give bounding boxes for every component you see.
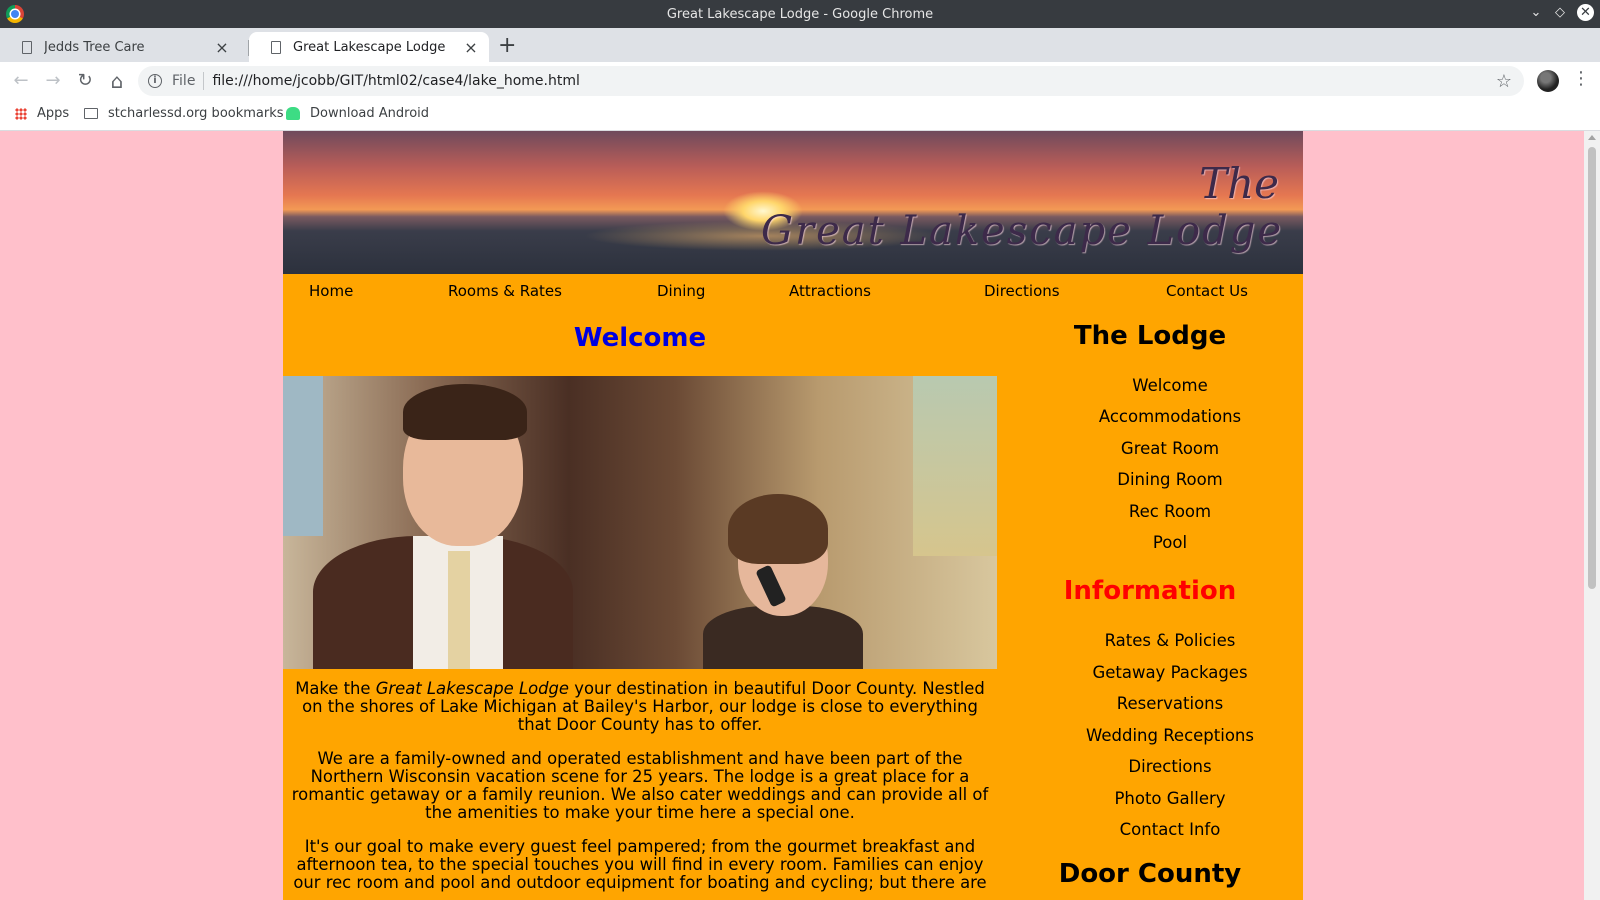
sidebar-item-welcome[interactable]: Welcome — [997, 376, 1303, 395]
photo-window — [283, 376, 323, 536]
document-icon — [271, 40, 281, 54]
bookmark-download-android[interactable]: Download Android — [286, 106, 429, 121]
home-icon[interactable]: ⌂ — [105, 69, 129, 93]
bookmark-apps[interactable]: Apps — [15, 106, 69, 121]
document-icon — [22, 40, 32, 54]
tab-title: Great Lakescape Lodge — [293, 39, 446, 55]
omnibox-divider — [203, 72, 205, 90]
close-window-icon[interactable]: ✕ — [1577, 4, 1594, 21]
photo-artwork — [913, 376, 997, 556]
window-title: Great Lakescape Lodge - Google Chrome — [666, 6, 934, 22]
scrollbar-thumb[interactable] — [1588, 147, 1596, 589]
paragraph-2: We are a family-owned and operated estab… — [291, 749, 989, 822]
android-icon — [286, 107, 300, 120]
sidebar-item-rates-policies[interactable]: Rates & Policies — [997, 631, 1303, 650]
tab-great-lakescape-lodge[interactable]: Great Lakescape Lodge × — [249, 32, 489, 62]
bookmark-label: Download Android — [310, 106, 430, 121]
back-icon[interactable]: ← — [9, 69, 33, 93]
sidebar-item-pool[interactable]: Pool — [997, 533, 1303, 552]
paragraph-1: Make the Great Lakescape Lodge your dest… — [295, 679, 985, 734]
bookmark-label: Apps — [37, 106, 70, 121]
photo-receptionist-hair — [728, 494, 828, 564]
sidebar-item-getaway-packages[interactable]: Getaway Packages — [997, 663, 1303, 682]
file-scheme-label: File — [172, 73, 196, 89]
bookmarks-bar: Apps stcharlessd.org bookmarks Download … — [0, 100, 1600, 131]
tab-strip: Jedds Tree Care × Great Lakescape Lodge … — [0, 28, 1600, 62]
sidebar-item-wedding-receptions[interactable]: Wedding Receptions — [997, 726, 1303, 745]
nav-home[interactable]: Home — [309, 282, 353, 300]
bookmark-stcharlessd-folder[interactable]: stcharlessd.org bookmarks — [84, 106, 284, 121]
window-controls: ⌄ ◇ ✕ — [1529, 4, 1594, 21]
bookmark-label: stcharlessd.org bookmarks — [108, 106, 284, 121]
welcome-text: Make the Great Lakescape Lodge your dest… — [283, 680, 997, 900]
sidebar-item-directions[interactable]: Directions — [997, 757, 1303, 776]
information-heading: Information — [1063, 576, 1237, 606]
browser-toolbar: ← → ↻ ⌂ i File file:///home/jcobb/GIT/ht… — [0, 62, 1600, 100]
tab-close-icon[interactable]: × — [463, 38, 479, 57]
photo-person-hair — [403, 384, 527, 440]
sidebar-item-dining-room[interactable]: Dining Room — [997, 470, 1303, 489]
sidebar-item-photo-gallery[interactable]: Photo Gallery — [997, 789, 1303, 808]
paragraph-3: It's our goal to make every guest feel p… — [293, 837, 987, 892]
forward-icon[interactable]: → — [41, 69, 65, 93]
tab-jedds-tree-care[interactable]: Jedds Tree Care × — [0, 32, 240, 62]
address-bar[interactable]: i File file:///home/jcobb/GIT/html02/cas… — [138, 66, 1524, 96]
minimize-icon[interactable]: ⌄ — [1529, 5, 1543, 20]
vertical-scrollbar[interactable] — [1584, 131, 1600, 900]
chrome-logo-icon — [6, 5, 24, 23]
window-title-bar: Great Lakescape Lodge - Google Chrome ⌄ … — [0, 0, 1600, 28]
sidebar-item-reservations[interactable]: Reservations — [997, 694, 1303, 713]
info-icon[interactable]: i — [148, 74, 162, 88]
door-county-heading: Door County — [1058, 859, 1242, 889]
apps-grid-icon — [15, 107, 27, 120]
new-tab-icon[interactable]: + — [498, 33, 516, 58]
reload-icon[interactable]: ↻ — [73, 69, 97, 93]
maximize-icon[interactable]: ◇ — [1553, 5, 1567, 20]
scroll-up-icon[interactable] — [1588, 135, 1596, 140]
tab-title: Jedds Tree Care — [44, 39, 145, 55]
lodge-name-emphasis: Great Lakescape Lodge — [375, 679, 570, 698]
site-container: The Great Lakescape Lodge Home Rooms & R… — [283, 131, 1303, 900]
url-text[interactable]: file:///home/jcobb/GIT/html02/case4/lake… — [212, 73, 1495, 89]
profile-avatar[interactable] — [1537, 70, 1559, 92]
page-viewport: The Great Lakescape Lodge Home Rooms & R… — [0, 131, 1600, 900]
bookmark-star-icon[interactable]: ☆ — [1496, 71, 1512, 92]
sidebar-item-contact-info[interactable]: Contact Info — [997, 820, 1303, 839]
nav-rooms-rates[interactable]: Rooms & Rates — [448, 282, 562, 300]
folder-icon — [84, 108, 98, 119]
nav-attractions[interactable]: Attractions — [789, 282, 871, 300]
sidebar: The Lodge Welcome Accommodations Great R… — [997, 131, 1303, 900]
welcome-heading: Welcome — [573, 323, 707, 353]
tab-close-icon[interactable]: × — [214, 38, 230, 57]
staff-photo — [283, 376, 997, 669]
menu-dots-icon[interactable]: ⋮ — [1572, 68, 1590, 89]
photo-person-tie — [448, 551, 470, 669]
sidebar-item-rec-room[interactable]: Rec Room — [997, 502, 1303, 521]
lodge-heading: The Lodge — [1073, 321, 1227, 351]
sidebar-item-great-room[interactable]: Great Room — [997, 439, 1303, 458]
nav-dining[interactable]: Dining — [657, 282, 705, 300]
sidebar-item-accommodations[interactable]: Accommodations — [997, 407, 1303, 426]
